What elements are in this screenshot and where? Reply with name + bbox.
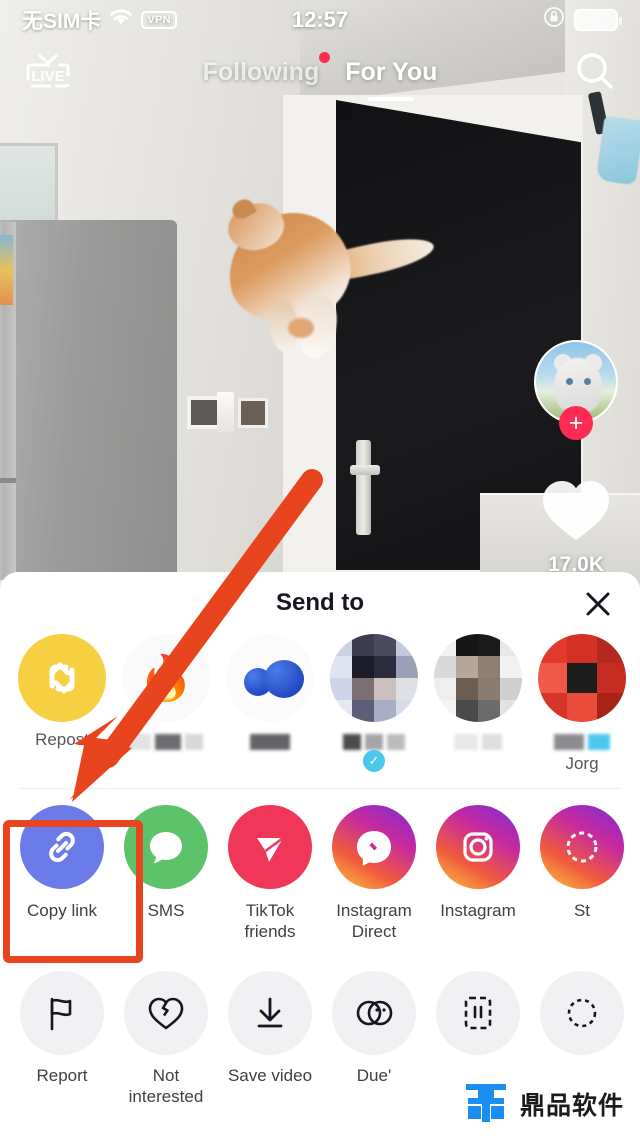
action-not-interested[interactable]: Not interested (122, 971, 210, 1108)
action-duet[interactable]: Due' (330, 971, 418, 1086)
refrigerator-seam (0, 478, 16, 483)
action-label: Not interested (128, 1066, 204, 1107)
wall-switch (217, 392, 234, 432)
share-app-instagram-direct[interactable]: Instagram Direct (330, 805, 418, 943)
face-mask (595, 115, 640, 186)
share-app-label: Instagram (440, 901, 516, 920)
download-icon (228, 971, 312, 1055)
contact-name-blurred (226, 734, 314, 750)
contact-item[interactable] (434, 634, 522, 750)
flag-icon (20, 971, 104, 1055)
follow-button[interactable]: + (559, 406, 593, 440)
kitten-eye-right (584, 378, 591, 385)
verified-badge: ✓ (363, 750, 385, 772)
author-avatar[interactable]: + (534, 340, 618, 440)
instagram-icon (436, 805, 520, 889)
share-app-label: Copy link (27, 901, 97, 920)
share-app-label: TikTok friends (244, 901, 296, 942)
contact-name-blurred (122, 734, 210, 750)
share-apps-row[interactable]: Copy link SMS TikTok friends Instagram D… (0, 789, 640, 965)
contact-repost[interactable]: Repost (18, 634, 106, 750)
pixel-mosaic (538, 634, 626, 722)
search-icon[interactable] (572, 49, 618, 95)
share-app-copy-link[interactable]: Copy link (18, 805, 106, 921)
stitch-icon (540, 971, 624, 1055)
share-app-label: Instagram Direct (336, 901, 412, 942)
contact-item[interactable] (226, 634, 314, 750)
share-sheet-header: Send to (0, 572, 640, 634)
pixel-mosaic (330, 634, 418, 722)
heart-icon (539, 481, 613, 548)
door-handle-bar (350, 465, 380, 475)
kitten-eye-left (566, 378, 573, 385)
action-green-screen[interactable] (434, 971, 522, 1065)
action-report[interactable]: Report (18, 971, 106, 1086)
top-navigation: LIVE Following For You (0, 42, 640, 102)
tiktok-screen: 无SIM卡 VPN 12:57 LIVE Following For You +… (0, 0, 640, 1138)
share-app-label: SMS (147, 901, 185, 920)
contact-item[interactable]: 🔥 (122, 634, 210, 750)
duet-icon (332, 971, 416, 1055)
notification-dot (319, 51, 331, 63)
refrigerator (0, 220, 177, 580)
fire-emoji-avatar: 🔥 (122, 634, 210, 722)
action-save-video[interactable]: Save video (226, 971, 314, 1086)
action-rail: + 17.0K (534, 340, 618, 577)
pixelated-avatar-2 (434, 634, 522, 722)
watermark-text: 鼎品软件 (520, 1091, 625, 1120)
share-app-instagram[interactable]: Instagram (434, 805, 522, 921)
tab-following[interactable]: Following (202, 51, 331, 87)
share-app-instagram-stories[interactable]: St (538, 805, 626, 921)
blue-faces-avatar (226, 634, 314, 722)
wall-panel-right (238, 398, 268, 428)
instagram-direct-icon (332, 805, 416, 889)
dingpin-logo-icon (462, 1078, 510, 1129)
contact-label: Jorg (565, 754, 599, 773)
like-button[interactable]: 17.0K (534, 476, 618, 577)
contact-item[interactable]: ✓ (330, 634, 418, 772)
action-label: Save video (227, 1066, 313, 1085)
action-label: Report (36, 1066, 88, 1085)
ball-large (264, 660, 304, 698)
watermark: 鼎品软件 (462, 1078, 624, 1129)
pixel-mosaic (434, 634, 522, 722)
rotation-lock-icon (543, 6, 565, 34)
cat-spot (288, 318, 314, 338)
status-bar: 无SIM卡 VPN 12:57 (0, 0, 640, 40)
sms-icon (124, 805, 208, 889)
tab-for-you[interactable]: For You (345, 58, 437, 87)
battery-icon (574, 9, 622, 31)
tab-following-label: Following (202, 57, 320, 86)
repost-icon (18, 634, 106, 722)
pixelated-avatar-1 (330, 634, 418, 722)
share-app-sms[interactable]: SMS (122, 805, 210, 921)
contact-jorg[interactable]: Jorg (538, 634, 626, 774)
feed-tabs: Following For You (0, 51, 640, 87)
tab-for-you-label: For You (345, 57, 438, 86)
broken-heart-icon (124, 971, 208, 1055)
green-screen-icon (436, 971, 520, 1055)
contacts-row[interactable]: Repost 🔥 ✓ Jorg (0, 634, 640, 784)
contact-name-blurred (330, 734, 418, 750)
link-icon (20, 805, 104, 889)
tiktok-friends-icon (228, 805, 312, 889)
jumping-cat (217, 195, 438, 361)
share-sheet-title: Send to (276, 589, 364, 616)
contact-label: Repost (35, 730, 89, 749)
share-app-label: St (573, 901, 591, 920)
door-handle (356, 440, 371, 535)
contact-name-blurred (434, 734, 522, 750)
share-app-tiktok-friends[interactable]: TikTok friends (226, 805, 314, 943)
pixelated-avatar-3 (538, 634, 626, 722)
share-sheet: Send to Repost 🔥 ✓ Jorg Copy link SMS Ti… (0, 572, 640, 1138)
refrigerator-sticker (0, 235, 13, 305)
action-stitch[interactable] (538, 971, 626, 1065)
wall-panel-left (187, 396, 221, 429)
contact-name-blurred (538, 734, 626, 750)
instagram-stories-icon (540, 805, 624, 889)
action-label: Due' (356, 1066, 392, 1085)
close-icon[interactable] (580, 586, 616, 622)
